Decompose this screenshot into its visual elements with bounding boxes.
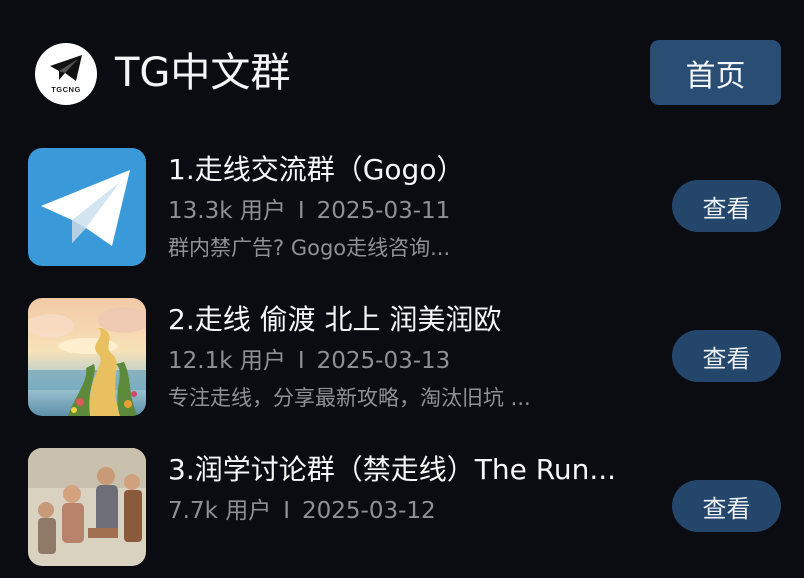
group-title[interactable]: 1.走线交流群（Gogo） [168, 150, 464, 190]
group-meta: 13.3k 用户 I 2025-03-11 [168, 194, 450, 228]
group-meta: 7.7k 用户 I 2025-03-12 [168, 494, 436, 528]
logo-text: TGCNG [51, 85, 81, 94]
home-button[interactable]: 首页 [650, 40, 781, 105]
group-date: 2025-03-12 [302, 498, 436, 524]
painted-path-image [28, 298, 146, 416]
group-date: 2025-03-11 [316, 198, 451, 224]
view-button[interactable]: 查看 [672, 480, 781, 532]
group-title[interactable]: 3.润学讨论群（禁走线）The Run... [168, 450, 616, 490]
group-description: 专注走线，分享最新攻略，淘汰旧坑 ... [168, 386, 531, 410]
user-count: 12.1k 用户 [168, 348, 286, 374]
user-count: 13.3k 用户 [168, 198, 286, 224]
telegram-icon [28, 148, 146, 266]
meta-separator: I [283, 498, 291, 524]
app-header: TGCNG TG中文群 首页 [0, 0, 804, 140]
list-item[interactable]: 2.走线 偷渡 北上 润美润欧 12.1k 用户 I 2025-03-13 专注走线… [0, 298, 804, 428]
user-count: 7.7k 用户 [168, 498, 272, 524]
list-item[interactable]: 1.走线交流群（Gogo） 13.3k 用户 I 2025-03-11 群内禁广告?… [0, 148, 804, 278]
view-button[interactable]: 查看 [672, 330, 781, 382]
site-title: TG中文群 [115, 50, 291, 96]
paper-plane-icon [50, 55, 82, 81]
group-date: 2025-03-13 [316, 348, 451, 374]
meta-separator: I [297, 348, 305, 374]
site-logo[interactable]: TGCNG [35, 43, 97, 105]
meta-separator: I [297, 198, 305, 224]
group-title[interactable]: 2.走线 偷渡 北上 润美润欧 [168, 300, 501, 340]
painted-figures-image [28, 448, 146, 566]
group-meta: 12.1k 用户 I 2025-03-13 [168, 344, 450, 378]
group-description: 群内禁广告? Gogo走线咨询... [168, 236, 451, 260]
view-button[interactable]: 查看 [672, 180, 781, 232]
list-item[interactable]: 3.润学讨论群（禁走线）The Run... 7.7k 用户 I 2025-03-1… [0, 448, 804, 578]
